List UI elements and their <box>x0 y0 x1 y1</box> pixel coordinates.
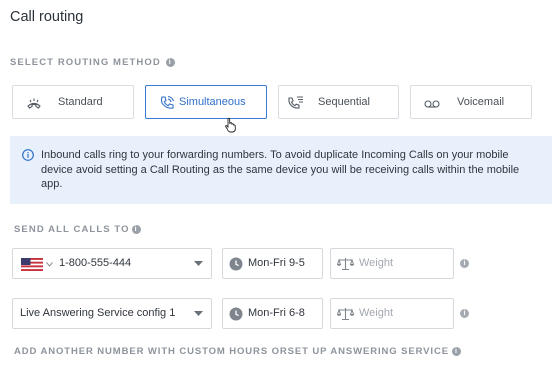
routing-method-label-text: SELECT ROUTING METHOD <box>10 57 161 68</box>
clock-icon <box>229 307 243 321</box>
routing-option-label: Voicemail <box>457 96 505 108</box>
routing-option-simultaneous[interactable]: Simultaneous <box>145 85 267 133</box>
add-another-label: ADD ANOTHER NUMBER WITH CUSTOM HOURS ORS… <box>14 346 449 357</box>
hours-select[interactable]: Mon-Fri 9-5 <box>222 248 323 279</box>
routing-option-label: Simultaneous <box>179 96 246 108</box>
weight-input[interactable]: Weight <box>330 248 454 279</box>
info-circle-icon <box>22 149 34 161</box>
info-icon[interactable]: i <box>451 347 461 356</box>
routing-option-voicemail[interactable]: Voicemail <box>410 85 532 119</box>
notice-text: Inbound calls ring to your forwarding nu… <box>41 149 520 190</box>
hours-select[interactable]: Mon-Fri 6-8 <box>222 298 323 329</box>
hand-cursor-icon <box>225 117 236 133</box>
forwarding-number-value: 1-800-555-444 <box>59 257 132 269</box>
send-calls-label: SEND ALL CALLS TO i <box>14 224 141 235</box>
weight-input[interactable]: Weight <box>330 298 454 329</box>
balance-scale-icon <box>337 258 354 271</box>
routing-option-sequential[interactable]: Sequential <box>278 85 399 119</box>
balance-scale-icon <box>337 308 354 321</box>
answering-service-value: Live Answering Service config 1 <box>20 307 176 319</box>
page-title: Call routing <box>10 9 84 25</box>
info-icon[interactable]: i <box>131 225 141 234</box>
phone-ring-icon <box>160 95 175 109</box>
weight-placeholder: Weight <box>359 257 394 269</box>
weight-placeholder: Weight <box>359 307 394 319</box>
routing-option-label: Standard <box>58 96 103 108</box>
chevron-down-icon <box>194 261 203 266</box>
clock-icon <box>229 257 243 271</box>
phone-list-icon <box>288 96 303 109</box>
us-flag-icon <box>21 258 43 271</box>
answering-service-select[interactable]: Live Answering Service config 1 <box>12 298 212 329</box>
info-icon[interactable]: i <box>165 58 175 67</box>
hours-value: Mon-Fri 6-8 <box>248 307 305 319</box>
send-calls-label-text: SEND ALL CALLS TO <box>14 224 130 235</box>
routing-option-standard[interactable]: Standard <box>12 85 134 119</box>
chevron-down-icon <box>46 262 53 267</box>
info-icon[interactable]: i <box>460 309 469 318</box>
info-notice: Inbound calls ring to your forwarding nu… <box>10 136 552 204</box>
hours-value: Mon-Fri 9-5 <box>248 257 305 269</box>
voicemail-icon <box>424 100 440 108</box>
forwarding-number-select[interactable]: 1-800-555-444 <box>12 248 212 279</box>
routing-method-label: SELECT ROUTING METHOD i <box>10 57 175 68</box>
phone-handset-icon <box>27 98 41 109</box>
chevron-down-icon <box>194 311 203 316</box>
add-another-number-link[interactable]: ADD ANOTHER NUMBER WITH CUSTOM HOURS ORS… <box>14 346 461 357</box>
routing-option-label: Sequential <box>318 96 370 108</box>
info-icon[interactable]: i <box>460 259 469 268</box>
